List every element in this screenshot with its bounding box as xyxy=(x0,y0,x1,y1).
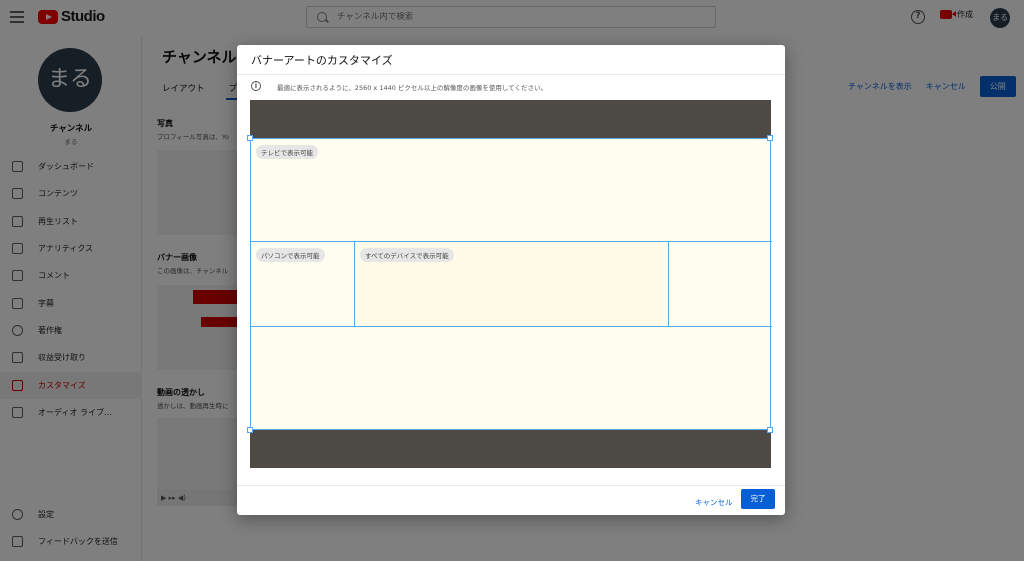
all-devices-zone-label: すべてのデバイスで表示可能 xyxy=(360,248,454,262)
crop-handle-bottom-right[interactable] xyxy=(767,427,773,433)
all-devices-safe-area: すべてのデバイスで表示可能 xyxy=(354,241,669,327)
resolution-hint: 最適に表示されるように、2560 x 1440 ピクセル以上の解像度の画像を使用… xyxy=(277,84,548,92)
banner-crop-area[interactable]: テレビで表示可能 パソコンで表示可能 すべてのデバイスで表示可能 xyxy=(247,100,773,468)
dialog-title: バナーアートのカスタマイズ xyxy=(251,54,393,67)
title-divider xyxy=(237,74,785,75)
done-button[interactable]: 完了 xyxy=(741,489,775,509)
info-icon: i xyxy=(251,81,261,91)
banner-customize-dialog: バナーアートのカスタマイズ i 最適に表示されるように、2560 x 1440 … xyxy=(237,45,785,515)
dialog-cancel-button[interactable]: キャンセル xyxy=(691,493,737,512)
tv-safe-area[interactable]: テレビで表示可能 パソコンで表示可能 すべてのデバイスで表示可能 xyxy=(250,138,772,430)
crop-handle-top-left[interactable] xyxy=(247,135,253,141)
tv-zone-label: テレビで表示可能 xyxy=(256,145,318,159)
footer-divider xyxy=(237,485,785,486)
crop-handle-bottom-left[interactable] xyxy=(247,427,253,433)
desktop-zone-label: パソコンで表示可能 xyxy=(256,248,325,262)
crop-handle-top-right[interactable] xyxy=(767,135,773,141)
